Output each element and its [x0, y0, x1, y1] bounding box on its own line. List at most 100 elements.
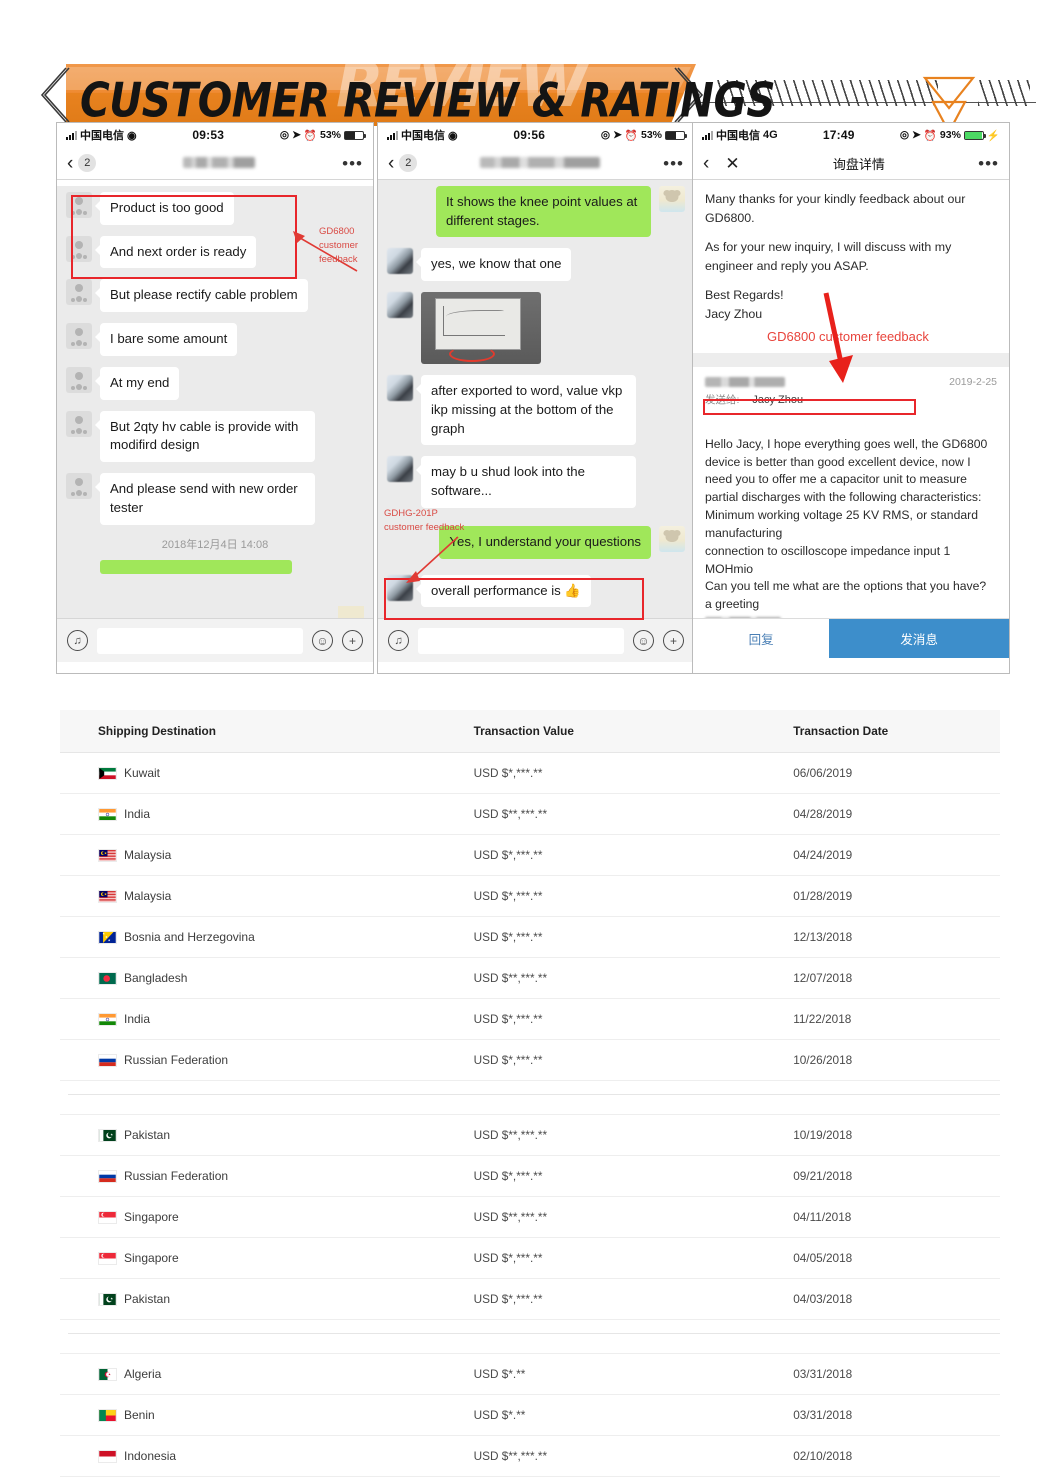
- cell-transaction-date: 04/05/2018: [793, 1237, 1000, 1279]
- inquiry-detail-body: Many thanks for your kindly feedback abo…: [693, 180, 1009, 618]
- avatar: [66, 473, 92, 500]
- reply-button[interactable]: 回复: [693, 619, 830, 658]
- table-row[interactable]: Pakistan USD $**,***.** 10/19/2018: [60, 1114, 1000, 1156]
- message-bubble: It shows the knee point values at differ…: [436, 186, 651, 238]
- cell-destination: Malaysia: [60, 875, 474, 917]
- message-input[interactable]: [97, 627, 303, 654]
- alarm-icon: ⏰: [303, 129, 317, 142]
- country-name: Singapore: [124, 1251, 179, 1265]
- table-row[interactable]: Russian Federation USD $*,***.** 10/26/201…: [60, 1039, 1000, 1081]
- more-button[interactable]: •••: [663, 155, 684, 172]
- outgoing-message-partial: [100, 559, 292, 574]
- send-message-button[interactable]: 发消息: [829, 619, 1009, 658]
- voice-icon[interactable]: ♫: [67, 630, 88, 651]
- back-button[interactable]: ‹: [67, 154, 73, 173]
- avatar: [66, 366, 92, 393]
- cell-destination: Indonesia: [60, 1435, 474, 1477]
- table-row[interactable]: Bangladesh USD $**,***.** 12/07/2018: [60, 957, 1000, 999]
- table-row[interactable]: Algeria USD $*.** 03/31/2018: [60, 1353, 1000, 1395]
- emoji-icon[interactable]: ☺: [312, 630, 333, 651]
- column-header-value: Transaction Value: [473, 710, 794, 753]
- cell-transaction-date: 12/13/2018: [793, 916, 1000, 958]
- banner-title-plate: REVIEW CUSTOMER REVIEW & RATINGS: [36, 58, 776, 128]
- flag-icon-kw: [98, 766, 117, 780]
- table-row[interactable]: Singapore USD $**,***.** 04/11/2018: [60, 1196, 1000, 1238]
- status-bar: 中国电信 ◉ 09:56 ◎ ➤ ⏰ 53%: [378, 123, 694, 147]
- table-row[interactable]: India USD $**,***.** 04/28/2019: [60, 793, 1000, 835]
- message-image[interactable]: [421, 292, 541, 365]
- flag-icon-sg: [98, 1210, 117, 1224]
- quoted-body: Hello Jacy, I hope everything goes well,…: [705, 418, 997, 614]
- voice-icon[interactable]: ♫: [388, 630, 409, 651]
- avatar: [387, 248, 413, 275]
- page-title: 询盘详情: [832, 156, 885, 172]
- plus-icon[interactable]: +: [342, 630, 363, 651]
- country-name: Bosnia and Herzegovina: [124, 930, 255, 944]
- table-row[interactable]: Malaysia USD $*,***.** 01/28/2019: [60, 875, 1000, 917]
- alarm-icon: ⏰: [923, 129, 937, 142]
- table-row[interactable]: Malaysia USD $*,***.** 04/24/2019: [60, 834, 1000, 876]
- table-row[interactable]: India USD $*,***.** 11/22/2018: [60, 998, 1000, 1040]
- table-row[interactable]: Singapore USD $*,***.** 04/05/2018: [60, 1237, 1000, 1279]
- signal-icon: [387, 130, 398, 140]
- table-row[interactable]: Bosnia and Herzegovina USD $*,***.** 12/13…: [60, 916, 1000, 958]
- page-banner: REVIEW CUSTOMER REVIEW & RATINGS: [0, 28, 1060, 135]
- cell-destination: Bosnia and Herzegovina: [60, 916, 474, 958]
- table-header-row: Shipping Destination Transaction Value T…: [60, 710, 1000, 753]
- phone-screenshot-2: 中国电信 ◉ 09:56 ◎ ➤ ⏰ 53% ‹ 2 ••• It shows …: [377, 122, 695, 674]
- table-section-divider: [60, 1080, 1000, 1115]
- table-row[interactable]: Benin USD $*.** 03/31/2018: [60, 1394, 1000, 1436]
- flag-icon-sg: [98, 1251, 117, 1265]
- table-row[interactable]: Pakistan USD $*,***.** 04/03/2018: [60, 1278, 1000, 1320]
- table-body: Kuwait USD $*,***.** 06/06/2019 India USD $*…: [60, 752, 1000, 1477]
- table-section-divider: [60, 1319, 1000, 1354]
- cell-transaction-date: 03/31/2018: [793, 1353, 1000, 1395]
- cell-destination: Singapore: [60, 1237, 474, 1279]
- cell-destination: Malaysia: [60, 834, 474, 876]
- unread-badge: 2: [78, 154, 97, 172]
- chart-photo-thumbnail[interactable]: [421, 292, 541, 365]
- mail-action-bar: 回复 发消息: [693, 618, 1009, 658]
- quoted-recipient: 发送给: Jacy Zhou: [705, 392, 997, 409]
- cell-destination: Pakistan: [60, 1278, 474, 1320]
- cell-destination: India: [60, 793, 474, 835]
- message-row: I bare some amount: [66, 323, 364, 356]
- more-button[interactable]: •••: [342, 155, 363, 172]
- phone-screenshot-3: 中国电信 4G 17:49 ◎ ➤ ⏰ 93% ⚡ ‹ ✕ 询盘详情 ••• M…: [692, 122, 1010, 674]
- quoted-body-before: Hello Jacy, I hope everything goes well,…: [705, 436, 942, 451]
- cell-destination: Kuwait: [60, 752, 474, 794]
- close-icon[interactable]: ✕: [725, 155, 739, 172]
- message-bubble: yes, we know that one: [415, 248, 572, 282]
- bracket-left-icon: [36, 66, 70, 124]
- cell-transaction-date: 04/11/2018: [793, 1196, 1000, 1238]
- cell-destination: Bangladesh: [60, 957, 474, 999]
- cell-transaction-date: 01/28/2019: [793, 875, 1000, 917]
- to-label: 发送给:: [705, 394, 740, 407]
- message-row: [387, 292, 685, 365]
- nav-bar: ‹ 2 •••: [57, 147, 373, 180]
- country-name: Pakistan: [124, 1128, 171, 1142]
- table-row[interactable]: Russian Federation USD $*,***.** 09/21/201…: [60, 1155, 1000, 1197]
- cell-transaction-value: USD $*.**: [473, 1353, 794, 1395]
- more-button[interactable]: •••: [978, 155, 999, 172]
- back-button[interactable]: ‹: [388, 154, 394, 173]
- chat-timestamp: 2018年12月4日 14:08: [161, 538, 269, 551]
- back-button[interactable]: ‹: [703, 154, 709, 173]
- avatar: [66, 192, 92, 218]
- message-row: yes, we know that one: [387, 248, 685, 282]
- plus-icon[interactable]: +: [663, 630, 684, 651]
- message-input[interactable]: [418, 627, 624, 654]
- message-bubble: And next order is ready: [94, 235, 257, 269]
- cell-transaction-value: USD $**,***.**: [473, 793, 794, 835]
- status-time: 17:49: [822, 128, 855, 142]
- table-row[interactable]: Indonesia USD $**,***.** 02/10/2018: [60, 1435, 1000, 1477]
- banner-hatch-right: [978, 80, 1030, 106]
- column-header-destination: Shipping Destination: [60, 710, 474, 753]
- message-row: Product is too good: [66, 192, 364, 225]
- table-row[interactable]: Kuwait USD $*,***.** 06/06/2019: [60, 752, 1000, 794]
- cell-transaction-date: 03/31/2018: [793, 1394, 1000, 1436]
- cell-transaction-date: 10/26/2018: [793, 1039, 1000, 1081]
- chat-thread-2: It shows the knee point values at differ…: [378, 180, 694, 618]
- emoji-icon[interactable]: ☺: [633, 630, 654, 651]
- message-bubble: I bare some amount: [94, 323, 238, 356]
